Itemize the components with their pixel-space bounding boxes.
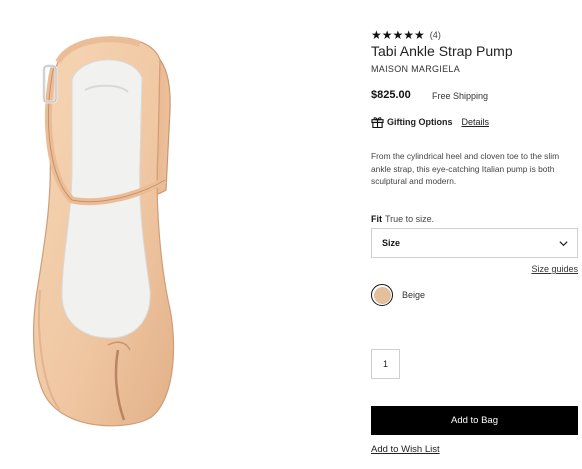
color-swatch-beige[interactable]: [371, 284, 393, 306]
gifting-options-label[interactable]: Gifting Options: [387, 117, 453, 127]
product-title: Tabi Ankle Strap Pump: [371, 43, 513, 59]
details-link[interactable]: Details: [462, 117, 490, 127]
chevron-down-icon: [559, 241, 568, 247]
product-image[interactable]: [0, 0, 340, 469]
size-guides-link[interactable]: Size guides: [531, 264, 578, 274]
product-description: From the cylindrical heel and cloven toe…: [371, 151, 560, 186]
size-dropdown[interactable]: Size: [371, 228, 578, 258]
gifting-options-row: Gifting Options Details: [371, 116, 489, 128]
add-to-wish-list-link[interactable]: Add to Wish List: [371, 444, 440, 455]
fit-value: True to size.: [385, 214, 435, 224]
add-to-bag-button[interactable]: Add to Bag: [371, 406, 578, 435]
quantity-input[interactable]: 1: [371, 349, 400, 379]
rating[interactable]: ★★★★★ 4: [371, 29, 441, 41]
product-price: $825.00: [371, 89, 411, 101]
color-name: Beige: [402, 290, 426, 300]
shoe-illustration: [33, 36, 175, 427]
fit-info: Fit True to size.: [371, 214, 434, 224]
gift-icon: [371, 117, 384, 128]
size-dropdown-label: Size: [382, 238, 401, 248]
shipping-info: Free Shipping: [432, 91, 489, 101]
star-rating-icon: ★★★★★: [371, 28, 425, 42]
swatch-color: [373, 286, 391, 304]
review-count[interactable]: 4: [430, 30, 441, 40]
brand-name[interactable]: MAISON MARGIELA: [371, 64, 460, 74]
fit-label: Fit: [371, 214, 382, 224]
